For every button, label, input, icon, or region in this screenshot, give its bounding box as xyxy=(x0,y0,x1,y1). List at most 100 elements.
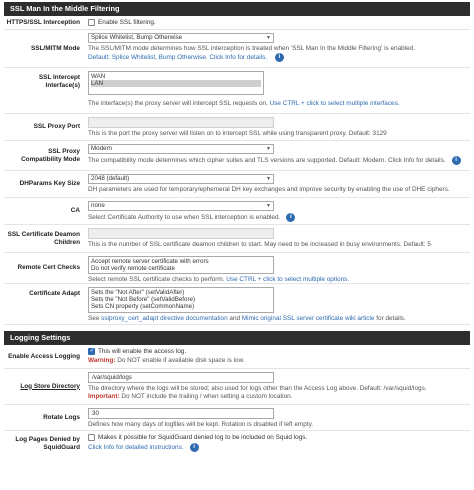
compat-mode-help: The compatibility mode determines which … xyxy=(88,156,466,165)
rotate-logs-input[interactable]: 30 xyxy=(88,408,274,419)
row-proxy-port: SSL Proxy Port This is the port the prox… xyxy=(4,114,470,141)
log-store-label[interactable]: Log Store Directory xyxy=(4,369,84,404)
row-intercept-interfaces: SSL Intercept Interface(s) WAN LAN The i… xyxy=(4,68,470,114)
mitm-mode-field: Splice Whitelist, Bump Otherwise ▼ The S… xyxy=(84,30,470,67)
intercept-interfaces-help-link: Use CTRL + click to select multiple inte… xyxy=(269,100,400,107)
https-interception-checkbox[interactable] xyxy=(88,19,95,26)
compat-mode-label: SSL Proxy Compatibility Mode xyxy=(21,147,80,163)
cert-adapt-option[interactable]: Sets the "Not Before" (setValidBefore) xyxy=(91,296,271,303)
mitm-mode-help-text: The SSL/MITM mode determines how SSL int… xyxy=(88,45,415,52)
access-logging-warning: Warning: Do NOT enable if available disk… xyxy=(88,357,466,365)
daemon-children-input[interactable] xyxy=(88,228,274,239)
remote-cert-label: Remote Cert Checks xyxy=(17,264,80,271)
log-store-field: /var/squid/logs The directory where the … xyxy=(84,369,470,404)
mitm-mode-value: Splice Whitelist, Bump Otherwise xyxy=(91,34,183,41)
intercept-interfaces-label: SSL Intercept Interface(s) xyxy=(38,74,80,89)
daemon-children-label: SSL Certificate Deamon Children xyxy=(7,230,80,246)
chevron-down-icon: ▼ xyxy=(266,146,271,152)
squidguard-info-link[interactable]: Click Info for detailed instructions. xyxy=(88,444,184,452)
cert-adapt-listbox[interactable]: Sets the "Not After" (setValidAfter) Set… xyxy=(88,287,274,313)
log-store-important: Important: Do NOT include the trailing /… xyxy=(88,393,466,401)
squidguard-label: Log Pages Denied by SquidGuard xyxy=(15,436,80,451)
row-log-store: Log Store Directory /var/squid/logs The … xyxy=(4,369,470,405)
important-text: Do NOT include the trailing / when setti… xyxy=(121,393,293,400)
squidguard-field: Makes it possible for SquidGuard denied … xyxy=(84,431,470,457)
row-https-interception: HTTPS/SSL Interception Enable SSL filter… xyxy=(4,16,470,30)
info-icon[interactable]: i xyxy=(286,213,296,222)
intercept-interfaces-field: WAN LAN The interface(s) the proxy serve… xyxy=(84,68,470,113)
important-label: Important: xyxy=(88,393,120,400)
cert-adapt-help-pre: See xyxy=(88,314,100,322)
row-dhparams: DHParams Key Size 2048 (default) ▼ DH pa… xyxy=(4,171,470,198)
remote-cert-help-link: Use CTRL + click to select multiple opti… xyxy=(226,276,350,284)
ca-help-text: Select Certificate Authority to use when… xyxy=(88,213,281,221)
row-daemon-children: SSL Certificate Deamon Children This is … xyxy=(4,225,470,253)
dhparams-value: 2048 (default) xyxy=(91,175,130,182)
cert-adapt-help-mid: and xyxy=(229,314,241,322)
chevron-down-icon: ▼ xyxy=(266,203,271,209)
cert-adapt-doc-link[interactable]: sslproxy_cert_adapt directive documentat… xyxy=(101,315,227,322)
compat-mode-help-text: The compatibility mode determines which … xyxy=(88,156,446,164)
info-icon[interactable]: i xyxy=(189,443,199,452)
info-icon[interactable]: i xyxy=(451,156,461,165)
dhparams-label: DHParams Key Size xyxy=(19,180,80,187)
remote-cert-option[interactable]: Do not verify remote certificate xyxy=(91,265,271,272)
dhparams-select[interactable]: 2048 (default) ▼ xyxy=(88,174,274,184)
log-store-input[interactable]: /var/squid/logs xyxy=(88,372,274,383)
cert-adapt-option[interactable]: Sets CN property (setCommonName) xyxy=(91,303,271,310)
remote-cert-field: Accept remote server certificate with er… xyxy=(84,253,470,283)
https-interception-label: HTTPS/SSL Interception xyxy=(6,18,80,26)
ca-select[interactable]: none ▼ xyxy=(88,201,274,211)
access-logging-field: This will enable the access log. Warning… xyxy=(84,345,470,368)
row-access-logging: Enable Access Logging This will enable t… xyxy=(4,345,470,369)
mitm-mode-default: Default: Splice Whitelist, Bump Otherwis… xyxy=(88,54,208,62)
ca-value: none xyxy=(91,202,105,209)
compat-mode-field: Modern ▼ The compatibility mode determin… xyxy=(84,141,470,170)
compat-mode-select[interactable]: Modern ▼ xyxy=(88,144,274,154)
logging-panel-header: Logging Settings xyxy=(4,331,470,345)
daemon-children-field: This is the number of SSL certificate de… xyxy=(84,225,470,252)
remote-cert-listbox[interactable]: Accept remote server certificate with er… xyxy=(88,256,274,275)
mitm-mode-help: The SSL/MITM mode determines how SSL int… xyxy=(88,45,466,62)
ssl-panel-header: SSL Man In the Middle Filtering xyxy=(4,2,470,16)
cert-adapt-field: Sets the "Not After" (setValidAfter) Set… xyxy=(84,284,470,324)
rotate-logs-label: Rotate Logs xyxy=(43,413,80,421)
rotate-logs-field: 30 Defines how many days of logfiles wil… xyxy=(84,405,470,430)
chevron-down-icon: ▼ xyxy=(266,176,271,182)
row-cert-adapt: Certificate Adapt Sets the "Not After" (… xyxy=(4,284,470,325)
row-ca: CA none ▼ Select Certificate Authority t… xyxy=(4,198,470,225)
proxy-port-help: This is the port the proxy server will l… xyxy=(88,130,387,137)
proxy-port-field: This is the port the proxy server will l… xyxy=(84,114,470,140)
row-squidguard: Log Pages Denied by SquidGuard Makes it … xyxy=(4,431,470,457)
log-store-help: The directory where the logs will be sto… xyxy=(88,385,427,392)
interface-option-lan[interactable]: LAN xyxy=(91,80,261,88)
dhparams-help: DH parameters are used for temporary/eph… xyxy=(88,186,450,193)
warning-text: Do NOT enable if available disk space is… xyxy=(117,357,245,364)
cert-adapt-label: Certificate Adapt xyxy=(29,290,80,297)
ca-label: CA xyxy=(70,207,80,214)
remote-cert-help-text: Select remote SSL certificate checks to … xyxy=(88,276,225,284)
cert-adapt-option[interactable]: Sets the "Not After" (setValidAfter) xyxy=(91,289,271,296)
warning-label: Warning: xyxy=(88,357,116,364)
proxy-port-label: SSL Proxy Port xyxy=(33,123,80,130)
squidguard-text: Makes it possible for SquidGuard denied … xyxy=(98,434,308,441)
proxy-port-input[interactable] xyxy=(88,117,274,128)
cert-adapt-help-post: for details. xyxy=(376,314,406,322)
squidguard-checkbox[interactable] xyxy=(88,434,95,441)
cert-adapt-wiki-link[interactable]: Mimic original SSL server certificate wi… xyxy=(242,315,375,322)
chevron-down-icon: ▼ xyxy=(266,35,271,41)
intercept-interfaces-listbox[interactable]: WAN LAN xyxy=(88,71,264,95)
info-icon[interactable]: i xyxy=(274,53,284,62)
row-remote-cert: Remote Cert Checks Accept remote server … xyxy=(4,253,470,284)
access-logging-checkbox[interactable] xyxy=(88,347,95,355)
mitm-mode-select[interactable]: Splice Whitelist, Bump Otherwise ▼ xyxy=(88,33,274,43)
interface-option-wan[interactable]: WAN xyxy=(91,73,261,80)
squidguard-help: Click Info for detailed instructions. i xyxy=(88,443,466,452)
ca-field: none ▼ Select Certificate Authority to u… xyxy=(84,198,470,224)
rotate-logs-help: Defines how many days of logfiles will b… xyxy=(88,421,314,428)
mitm-mode-info-link[interactable]: Click Info for details. xyxy=(209,54,267,61)
mitm-mode-label: SSL/MITM Mode xyxy=(31,44,80,52)
row-rotate-logs: Rotate Logs 30 Defines how many days of … xyxy=(4,405,470,431)
dhparams-field: 2048 (default) ▼ DH parameters are used … xyxy=(84,171,470,197)
remote-cert-option[interactable]: Accept remote server certificate with er… xyxy=(91,258,271,265)
